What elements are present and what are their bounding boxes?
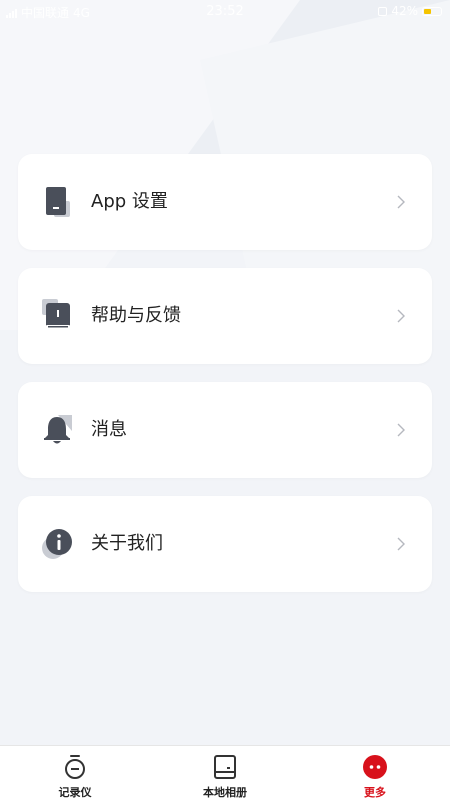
status-time: 23:52 bbox=[206, 4, 244, 19]
tab-label: 本地相册 bbox=[203, 786, 247, 799]
battery-percent: 42% bbox=[391, 4, 418, 18]
chevron-right-icon bbox=[397, 309, 405, 323]
menu-item-app-settings[interactable]: App 设置 bbox=[18, 154, 432, 250]
menu-list: App 设置 帮助与反馈 消息 关于我们 bbox=[18, 154, 432, 610]
info-icon bbox=[42, 529, 72, 559]
menu-item-help-feedback[interactable]: 帮助与反馈 bbox=[18, 268, 432, 364]
tab-label: 更多 bbox=[364, 786, 386, 799]
menu-item-about-us[interactable]: 关于我们 bbox=[18, 496, 432, 592]
tab-local-album[interactable]: 本地相册 bbox=[150, 746, 300, 801]
album-icon bbox=[214, 755, 236, 779]
bottom-tab-bar: 记录仪 本地相册 更多 bbox=[0, 745, 450, 801]
tab-label: 记录仪 bbox=[58, 786, 92, 799]
rotation-lock-icon bbox=[378, 6, 388, 16]
menu-item-label: App 设置 bbox=[91, 191, 168, 212]
status-bar: 中国联通 4G 23:52 42% bbox=[0, 0, 450, 24]
battery-icon bbox=[422, 6, 442, 16]
more-icon bbox=[363, 755, 387, 779]
menu-item-label: 关于我们 bbox=[91, 533, 163, 554]
dashcam-icon bbox=[65, 755, 85, 779]
menu-item-label: 消息 bbox=[91, 419, 127, 440]
phone-settings-icon bbox=[46, 187, 70, 217]
tab-more[interactable]: 更多 bbox=[300, 746, 450, 801]
chevron-right-icon bbox=[397, 537, 405, 551]
menu-item-messages[interactable]: 消息 bbox=[18, 382, 432, 478]
chevron-right-icon bbox=[397, 195, 405, 209]
chevron-right-icon bbox=[397, 423, 405, 437]
tab-dashcam[interactable]: 记录仪 bbox=[0, 746, 150, 801]
bell-icon bbox=[44, 415, 72, 444]
menu-item-label: 帮助与反馈 bbox=[91, 305, 181, 326]
book-icon bbox=[42, 299, 70, 329]
